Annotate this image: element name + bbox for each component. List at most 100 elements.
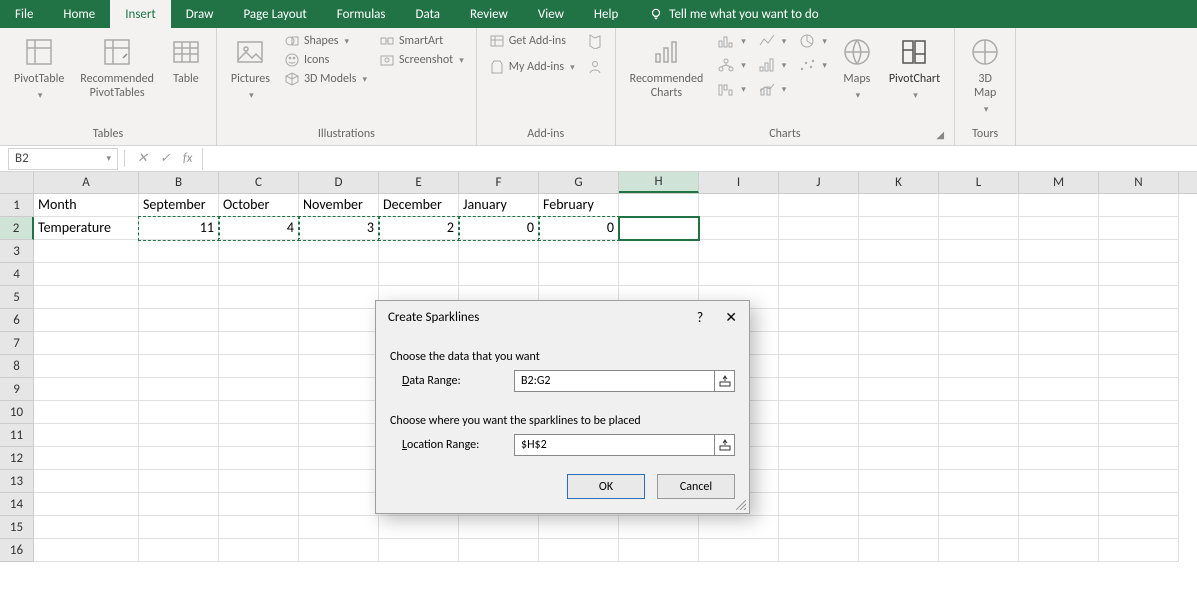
cell-k1[interactable]: [859, 194, 939, 217]
row-header-8[interactable]: 8: [0, 355, 34, 378]
cell-a5[interactable]: [34, 286, 139, 309]
cell-k7[interactable]: [859, 332, 939, 355]
cell-f1[interactable]: January: [459, 194, 539, 217]
waterfall-chart-button[interactable]: ▾: [715, 80, 748, 98]
cell-c16[interactable]: [219, 539, 299, 562]
cell-m6[interactable]: [1019, 309, 1099, 332]
cell-a7[interactable]: [34, 332, 139, 355]
cell-b4[interactable]: [139, 263, 219, 286]
cell-c12[interactable]: [219, 447, 299, 470]
cell-c6[interactable]: [219, 309, 299, 332]
cell-g1[interactable]: February: [539, 194, 619, 217]
cell-l6[interactable]: [939, 309, 1019, 332]
cell-m9[interactable]: [1019, 378, 1099, 401]
cell-c10[interactable]: [219, 401, 299, 424]
col-header-a[interactable]: A: [34, 172, 139, 193]
my-addins-button[interactable]: My Add-ins▾: [487, 58, 577, 76]
pictures-button[interactable]: Pictures ▾: [227, 32, 274, 105]
cell-h4[interactable]: [619, 263, 699, 286]
row-header-10[interactable]: 10: [0, 401, 34, 424]
cell-m12[interactable]: [1019, 447, 1099, 470]
cell-h3[interactable]: [619, 240, 699, 263]
cell-e16[interactable]: [379, 539, 459, 562]
cell-m16[interactable]: [1019, 539, 1099, 562]
cell-b16[interactable]: [139, 539, 219, 562]
cell-a11[interactable]: [34, 424, 139, 447]
cell-c4[interactable]: [219, 263, 299, 286]
tab-data[interactable]: Data: [401, 0, 456, 28]
scatter-chart-button[interactable]: ▾: [796, 56, 829, 74]
tab-file[interactable]: File: [0, 0, 48, 28]
cell-h2[interactable]: [619, 217, 699, 240]
cell-g3[interactable]: [539, 240, 619, 263]
cancel-formula-icon[interactable]: ✕: [137, 151, 148, 166]
cell-c11[interactable]: [219, 424, 299, 447]
cell-j14[interactable]: [779, 493, 859, 516]
col-header-j[interactable]: J: [779, 172, 859, 193]
data-range-input[interactable]: [515, 371, 714, 391]
cell-d9[interactable]: [299, 378, 379, 401]
pivotchart-button[interactable]: PivotChart ▾: [885, 32, 944, 105]
cell-d15[interactable]: [299, 516, 379, 539]
cell-e3[interactable]: [379, 240, 459, 263]
col-header-h[interactable]: H: [619, 172, 699, 193]
cell-a15[interactable]: [34, 516, 139, 539]
cell-k6[interactable]: [859, 309, 939, 332]
cell-k8[interactable]: [859, 355, 939, 378]
cell-m13[interactable]: [1019, 470, 1099, 493]
cell-d12[interactable]: [299, 447, 379, 470]
cell-a1[interactable]: Month: [34, 194, 139, 217]
cell-j9[interactable]: [779, 378, 859, 401]
cell-j11[interactable]: [779, 424, 859, 447]
tab-draw[interactable]: Draw: [171, 0, 229, 28]
row-header-4[interactable]: 4: [0, 263, 34, 286]
cell-e2[interactable]: 2: [379, 217, 459, 240]
cancel-button[interactable]: Cancel: [657, 474, 735, 499]
cell-k16[interactable]: [859, 539, 939, 562]
cell-n1[interactable]: [1099, 194, 1179, 217]
cell-l2[interactable]: [939, 217, 1019, 240]
cell-n8[interactable]: [1099, 355, 1179, 378]
cell-n2[interactable]: [1099, 217, 1179, 240]
cell-k3[interactable]: [859, 240, 939, 263]
cell-c8[interactable]: [219, 355, 299, 378]
ok-button[interactable]: OK: [567, 474, 645, 499]
cell-b2[interactable]: 11: [139, 217, 219, 240]
cell-j4[interactable]: [779, 263, 859, 286]
cell-a8[interactable]: [34, 355, 139, 378]
cell-m7[interactable]: [1019, 332, 1099, 355]
col-header-b[interactable]: B: [139, 172, 219, 193]
cell-l5[interactable]: [939, 286, 1019, 309]
col-header-e[interactable]: E: [379, 172, 459, 193]
resize-grip-icon[interactable]: [736, 500, 746, 510]
cell-f3[interactable]: [459, 240, 539, 263]
cell-a3[interactable]: [34, 240, 139, 263]
cell-n12[interactable]: [1099, 447, 1179, 470]
col-header-n[interactable]: N: [1099, 172, 1179, 193]
recommended-charts-button[interactable]: Recommended Charts: [626, 32, 708, 104]
location-range-input[interactable]: [515, 435, 714, 455]
cell-b8[interactable]: [139, 355, 219, 378]
cell-d4[interactable]: [299, 263, 379, 286]
row-header-13[interactable]: 13: [0, 470, 34, 493]
cell-b14[interactable]: [139, 493, 219, 516]
help-button[interactable]: ?: [697, 309, 704, 326]
statistic-chart-button[interactable]: ▾: [756, 56, 789, 74]
cell-j7[interactable]: [779, 332, 859, 355]
cell-c1[interactable]: October: [219, 194, 299, 217]
cell-a2[interactable]: Temperature: [34, 217, 139, 240]
cell-h15[interactable]: [619, 516, 699, 539]
row-header-15[interactable]: 15: [0, 516, 34, 539]
cell-d10[interactable]: [299, 401, 379, 424]
cell-c14[interactable]: [219, 493, 299, 516]
cell-b12[interactable]: [139, 447, 219, 470]
icons-button[interactable]: Icons: [282, 51, 369, 69]
cell-l12[interactable]: [939, 447, 1019, 470]
bing-maps-button[interactable]: [585, 32, 605, 50]
cell-k9[interactable]: [859, 378, 939, 401]
cell-m15[interactable]: [1019, 516, 1099, 539]
cell-i2[interactable]: [699, 217, 779, 240]
range-picker-icon[interactable]: [714, 371, 734, 391]
name-box[interactable]: B2 ▾: [8, 148, 118, 170]
cell-d5[interactable]: [299, 286, 379, 309]
